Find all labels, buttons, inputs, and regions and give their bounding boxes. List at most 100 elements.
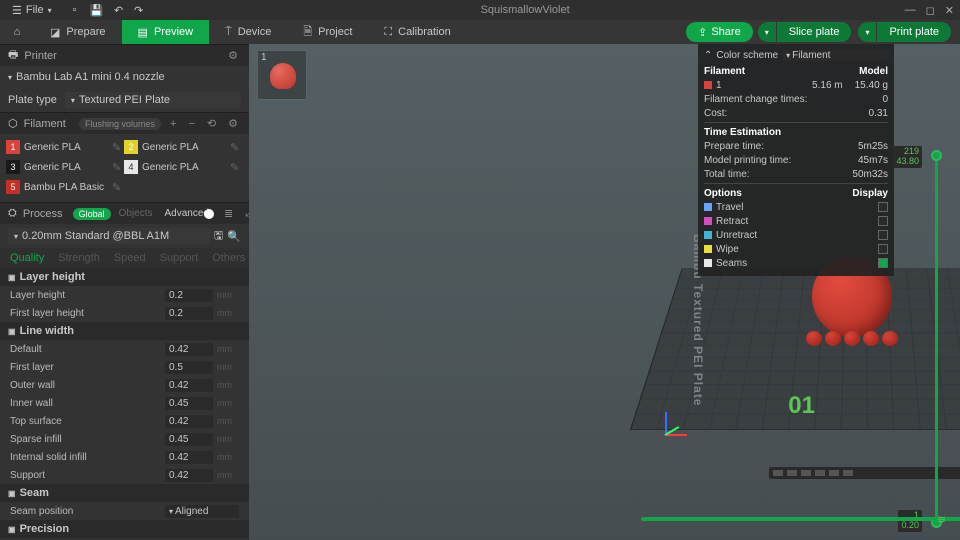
tab-preview[interactable]: ▤ Preview	[122, 20, 210, 44]
minimize-icon[interactable]: —	[905, 4, 916, 17]
filament-swatch: 3	[6, 160, 20, 174]
swatch-icon	[704, 231, 712, 239]
filament-slot[interactable]: 4Generic PLA✎	[124, 160, 242, 174]
printer-select[interactable]: ▾ Bambu Lab A1 mini 0.4 nozzle	[0, 66, 249, 88]
filament-slot[interactable]: 2Generic PLA✎	[124, 140, 242, 154]
process-objects-label[interactable]: Objects	[119, 208, 153, 219]
edit-icon[interactable]: ✎	[230, 161, 242, 174]
edit-icon[interactable]: ✎	[112, 141, 124, 154]
plate-type-select[interactable]: ▾ Textured PEI Plate	[65, 92, 241, 108]
compare-icon[interactable]: ≣	[221, 207, 236, 220]
plate-thumbnail[interactable]: 1	[257, 50, 307, 100]
layer-slider-vertical[interactable]: 21943.80 10.20	[926, 154, 946, 524]
file-menu[interactable]: ☰ File ▾	[6, 4, 58, 17]
filament-slot[interactable]: 5Bambu PLA Basic✎	[6, 180, 124, 194]
filament-section-head[interactable]: ⬡ Filament Flushing volumes + − ⟲ ⚙	[0, 112, 249, 134]
filament-slot[interactable]: 1Generic PLA✎	[6, 140, 124, 154]
tab-strength[interactable]: Strength	[58, 252, 100, 264]
gear-icon[interactable]: ⚙	[225, 49, 241, 62]
print-dropdown[interactable]: ▾	[858, 22, 876, 42]
param-group-head[interactable]: ▣Layer height	[0, 268, 249, 286]
edit-icon[interactable]: ✎	[230, 141, 242, 154]
layer-slider-top-knob[interactable]	[931, 150, 942, 161]
param-name: Support	[10, 470, 165, 481]
tab-others[interactable]: Others	[212, 252, 245, 264]
filament-slot[interactable]: 3Generic PLA✎	[6, 160, 124, 174]
save-icon[interactable]: 💾	[90, 3, 104, 17]
option-checkbox[interactable]	[878, 230, 888, 240]
param-value[interactable]: 0.2	[165, 307, 213, 320]
swatch-icon	[704, 245, 712, 253]
redo-icon[interactable]: ↷	[132, 3, 146, 17]
param-group-head[interactable]: ▣Precision	[0, 520, 249, 538]
collapse-icon[interactable]: ⌃	[704, 50, 712, 61]
tab-project[interactable]: 🗎 Project	[287, 20, 368, 44]
param-value[interactable]: 0.42	[165, 469, 213, 482]
expand-icon[interactable]: ⤢	[242, 207, 249, 220]
flushing-volumes-button[interactable]: Flushing volumes	[79, 118, 161, 130]
display-option-row: Retract	[704, 214, 888, 228]
color-scheme-select[interactable]: ▾ Filament	[782, 50, 888, 61]
param-dropdown[interactable]: ▾ Aligned	[165, 505, 239, 518]
param-value[interactable]: 0.42	[165, 343, 213, 356]
process-global-badge[interactable]: Global	[73, 208, 111, 220]
param-group-head[interactable]: ▣Line width	[0, 322, 249, 340]
share-icon: ⇪	[698, 26, 707, 39]
tab-device[interactable]: ⍑ Device	[209, 20, 287, 44]
undo-icon[interactable]: ↶	[112, 3, 126, 17]
slice-button[interactable]: Slice plate	[777, 22, 852, 42]
sync-icon[interactable]: ⟲	[204, 117, 219, 130]
params-list[interactable]: ▣Layer heightLayer height0.2mmFirst laye…	[0, 268, 249, 540]
param-value[interactable]: 0.45	[165, 433, 213, 446]
param-value[interactable]: 0.42	[165, 415, 213, 428]
tab-calibration[interactable]: ⛶ Calibration	[368, 20, 466, 44]
tab-support[interactable]: Support	[160, 252, 199, 264]
share-button[interactable]: ⇪ Share	[686, 22, 753, 42]
layer-view-icon[interactable]: ≋	[937, 513, 946, 526]
edit-icon[interactable]: ✎	[112, 181, 124, 194]
cost-value: 0.31	[869, 108, 888, 119]
param-group-head[interactable]: ▣Seam	[0, 484, 249, 502]
advanced-label: Advanced	[164, 208, 208, 219]
param-value[interactable]: 0.2	[165, 289, 213, 302]
viewport-3d[interactable]: 1 Bambu Textured PEI Plate 01 ⌃ Color sc…	[249, 44, 960, 540]
add-filament-icon[interactable]: +	[167, 118, 179, 130]
filament-icon: ⬡	[8, 117, 18, 130]
print-button[interactable]: Print plate	[877, 22, 951, 42]
option-checkbox[interactable]	[878, 216, 888, 226]
slider-top-layer: 219	[904, 146, 919, 156]
slice-dropdown[interactable]: ▾	[758, 22, 776, 42]
param-unit: mm	[213, 470, 239, 480]
save-preset-icon[interactable]: 🖫	[214, 227, 223, 246]
gear-icon[interactable]: ⚙	[225, 117, 241, 130]
option-checkbox[interactable]	[878, 258, 888, 268]
tab-quality[interactable]: Quality	[10, 252, 44, 264]
option-checkbox[interactable]	[878, 244, 888, 254]
param-value[interactable]: 0.5	[165, 361, 213, 374]
display-option-row: Wipe	[704, 242, 888, 256]
option-checkbox[interactable]	[878, 202, 888, 212]
param-value[interactable]: 0.42	[165, 451, 213, 464]
printer-section-head[interactable]: 🖶 Printer ⚙	[0, 44, 249, 66]
fil-id: 1	[716, 80, 808, 91]
tab-speed[interactable]: Speed	[114, 252, 146, 264]
search-icon[interactable]: 🔍	[227, 230, 241, 243]
param-name: Sparse infill	[10, 434, 165, 445]
close-icon[interactable]: ✕	[945, 4, 954, 17]
remove-filament-icon[interactable]: −	[185, 118, 197, 130]
swatch-icon	[704, 259, 712, 267]
tab-prepare[interactable]: ◪ Prepare	[34, 20, 122, 44]
slice-label: Slice plate	[789, 26, 840, 38]
plate-number: 01	[788, 392, 815, 420]
process-section-head[interactable]: ⛭ Process Global Objects Advanced ≣ ⤢	[0, 202, 249, 224]
move-slider-horizontal[interactable]: 74	[641, 512, 960, 526]
edit-icon[interactable]: ✎	[112, 161, 124, 174]
param-value[interactable]: 0.42	[165, 379, 213, 392]
new-file-icon[interactable]: ▫	[68, 3, 82, 17]
preset-select[interactable]: ▾ 0.20mm Standard @BBL A1M	[8, 228, 210, 244]
maximize-icon[interactable]: ◻	[926, 4, 935, 17]
filament-swatch: 1	[6, 140, 20, 154]
param-row: Default0.42mm	[0, 340, 249, 358]
home-button[interactable]: ⌂	[0, 26, 34, 38]
param-value[interactable]: 0.45	[165, 397, 213, 410]
